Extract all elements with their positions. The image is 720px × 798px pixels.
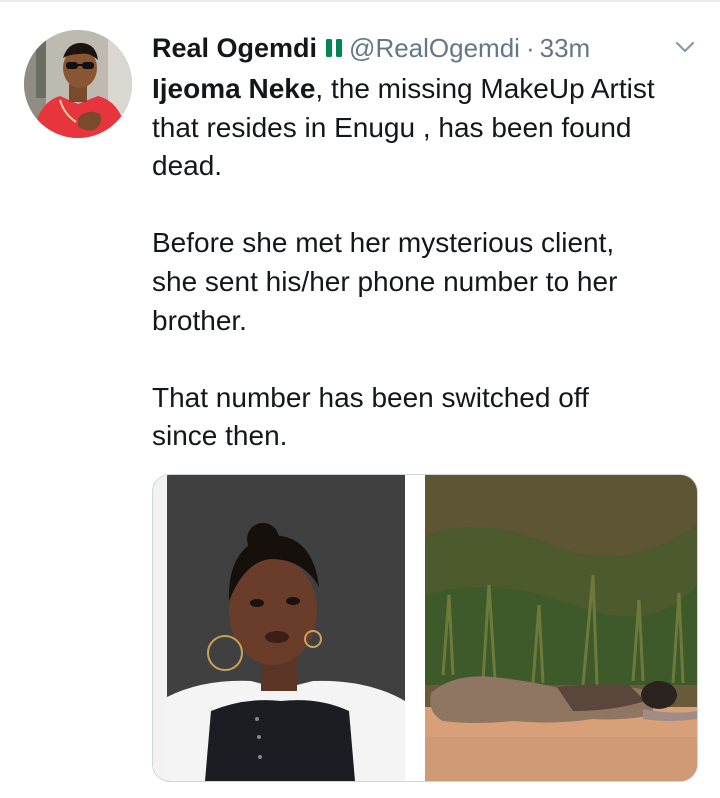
tweet-line: That number has been switched off: [152, 381, 589, 413]
line-text: , the missing MakeUp Artist: [315, 73, 655, 104]
tweet-line: Ijeoma Neke, the missing MakeUp Artist: [152, 70, 708, 109]
tweet-media[interactable]: [152, 474, 698, 782]
chevron-down-icon[interactable]: [674, 38, 696, 56]
tweet-body: Ijeoma Neke, the missing MakeUp Artist t…: [152, 70, 708, 456]
tweet-header: Real Ogemdi @RealOgemdi · 33m: [152, 30, 712, 66]
tweet-line: brother.: [152, 304, 247, 336]
separator-dot: ·: [525, 32, 535, 63]
media-photo-portrait[interactable]: [153, 475, 405, 781]
media-photo-scene[interactable]: [425, 475, 697, 781]
top-divider: [0, 0, 720, 2]
nigeria-flag-icon: [326, 39, 343, 57]
tweet-line: dead.: [152, 150, 223, 182]
bold-name: Ijeoma Neke: [152, 73, 316, 104]
tweet-line: she sent his/her phone number to her: [152, 265, 618, 297]
author-name[interactable]: Real Ogemdi: [152, 33, 317, 64]
timestamp[interactable]: 33m: [540, 33, 591, 64]
tweet-line: that resides in Enugu , has been found: [152, 111, 632, 143]
avatar[interactable]: [24, 30, 132, 138]
tweet-line: since then.: [152, 420, 288, 452]
author-handle[interactable]: @RealOgemdi: [349, 33, 520, 64]
tweet-line: Before she met her mysterious client,: [152, 227, 615, 259]
